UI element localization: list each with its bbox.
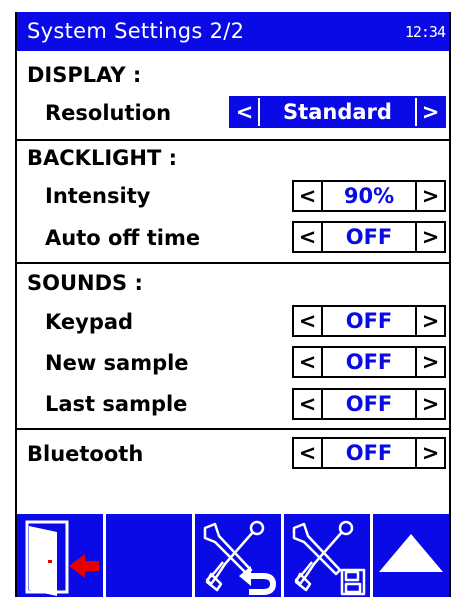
last-sample-label: Last sample bbox=[45, 392, 188, 416]
intensity-value: 90% bbox=[343, 184, 395, 208]
intensity-next-button[interactable]: > bbox=[415, 182, 444, 210]
auto-off-time-label: Auto off time bbox=[45, 226, 201, 250]
auto-off-value: OFF bbox=[345, 225, 393, 249]
screen-frame-right bbox=[449, 12, 451, 597]
section-backlight: BACKLIGHT : bbox=[27, 146, 177, 170]
exit-door-icon bbox=[25, 520, 99, 596]
resolution-selector[interactable]: < Standard > bbox=[229, 96, 446, 128]
page-title: System Settings 2/2 bbox=[27, 19, 245, 43]
new-sample-next-button[interactable]: > bbox=[415, 348, 444, 376]
tools-undo-icon bbox=[203, 520, 277, 595]
keypad-prev-button[interactable]: < bbox=[294, 307, 323, 335]
section-display: DISPLAY : bbox=[27, 63, 142, 87]
toolbar-empty-button[interactable] bbox=[106, 514, 192, 597]
auto-off-time-selector[interactable]: < OFF > bbox=[292, 221, 446, 253]
new-sample-prev-button[interactable]: < bbox=[294, 348, 323, 376]
divider bbox=[17, 139, 449, 141]
exit-button[interactable] bbox=[17, 514, 103, 597]
bluetooth-label: Bluetooth bbox=[27, 442, 144, 466]
bluetooth-value: OFF bbox=[345, 441, 393, 465]
resolution-label: Resolution bbox=[45, 101, 172, 125]
bluetooth-prev-button[interactable]: < bbox=[294, 439, 323, 467]
new-sample-selector[interactable]: < OFF > bbox=[292, 346, 446, 378]
new-sample-label: New sample bbox=[45, 351, 189, 375]
tools-undo-button[interactable] bbox=[195, 514, 281, 597]
resolution-value: Standard bbox=[260, 98, 415, 126]
bottom-toolbar bbox=[17, 514, 449, 597]
keypad-value: OFF bbox=[345, 309, 393, 333]
resolution-prev-button[interactable]: < bbox=[231, 98, 260, 126]
resolution-next-button[interactable]: > bbox=[415, 98, 444, 126]
intensity-selector[interactable]: < 90% > bbox=[292, 180, 446, 212]
divider bbox=[17, 262, 449, 264]
last-sample-prev-button[interactable]: < bbox=[294, 390, 323, 418]
bluetooth-next-button[interactable]: > bbox=[415, 439, 444, 467]
divider bbox=[17, 428, 449, 430]
keypad-selector[interactable]: < OFF > bbox=[292, 305, 446, 337]
keypad-label: Keypad bbox=[45, 310, 134, 334]
scroll-up-button[interactable] bbox=[373, 514, 449, 597]
last-sample-selector[interactable]: < OFF > bbox=[292, 388, 446, 420]
bluetooth-selector[interactable]: < OFF > bbox=[292, 437, 446, 469]
last-sample-next-button[interactable]: > bbox=[415, 390, 444, 418]
intensity-prev-button[interactable]: < bbox=[294, 182, 323, 210]
section-sounds: SOUNDS : bbox=[27, 271, 143, 295]
new-sample-value: OFF bbox=[345, 350, 393, 374]
last-sample-value: OFF bbox=[345, 392, 393, 416]
tools-save-icon bbox=[292, 520, 366, 596]
tools-save-button[interactable] bbox=[284, 514, 370, 597]
keypad-next-button[interactable]: > bbox=[415, 307, 444, 335]
auto-off-prev-button[interactable]: < bbox=[294, 223, 323, 251]
clock: 12:34 bbox=[404, 23, 446, 41]
intensity-label: Intensity bbox=[45, 184, 151, 208]
up-triangle-icon bbox=[379, 534, 443, 572]
auto-off-next-button[interactable]: > bbox=[415, 223, 444, 251]
screen-frame-left bbox=[15, 12, 17, 597]
title-bar: System Settings 2/2 12:34 bbox=[17, 12, 449, 51]
